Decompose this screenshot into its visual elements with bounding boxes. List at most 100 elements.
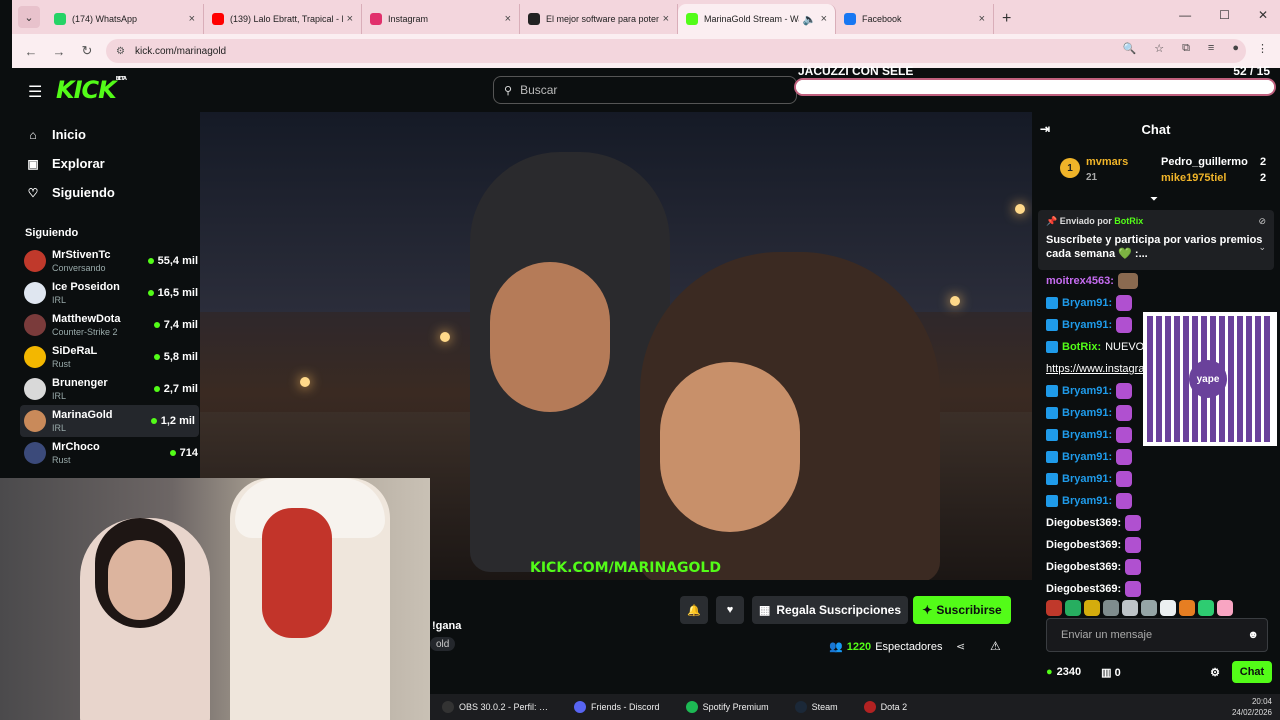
chat-username[interactable]: Diegobest369: (1046, 583, 1121, 595)
window-controls: — ☐ ✕ (1179, 8, 1268, 22)
emote-icon[interactable] (1198, 600, 1214, 616)
subscribe-button[interactable]: ✦ Suscribirse (913, 596, 1011, 624)
hamburger-icon[interactable]: ☰ (28, 82, 42, 102)
speaker-icon[interactable]: 🔈 (803, 13, 817, 26)
minimize-icon[interactable]: — (1179, 8, 1191, 22)
new-tab-button[interactable]: + (1002, 4, 1011, 34)
emoji-icon[interactable]: ☻ (1247, 629, 1259, 641)
channel-name: MatthewDota (52, 313, 121, 325)
chat-username[interactable]: Bryam91: (1062, 407, 1112, 419)
following-heading: Siguiendo (25, 227, 79, 239)
sidebar-channel[interactable]: MrChoco Rust 714 (12, 437, 202, 469)
extensions-icon[interactable]: ⧉ (1182, 42, 1190, 55)
emote-icon[interactable] (1122, 600, 1138, 616)
chat-send-button[interactable]: Chat (1232, 661, 1272, 683)
reload-icon[interactable]: ↻ (78, 43, 96, 59)
gifter-name[interactable]: Pedro_guillermo (1161, 156, 1248, 168)
chat-username[interactable]: BotRix: (1062, 341, 1101, 353)
close-icon[interactable]: × (189, 13, 195, 25)
menu-icon[interactable]: ⋮ (1257, 42, 1268, 55)
emote-icon[interactable] (1046, 600, 1062, 616)
media-icon[interactable]: ≡ (1208, 42, 1214, 55)
kick-logo[interactable]: KICKBETA (56, 76, 127, 104)
emote-icon[interactable] (1217, 600, 1233, 616)
profile-icon[interactable]: ● (1232, 42, 1239, 55)
chat-username[interactable]: https://www.instagra (1046, 363, 1144, 375)
chevron-down-icon[interactable]: ⌄ (1258, 242, 1266, 253)
person-face (660, 362, 800, 532)
sidebar-channel[interactable]: Brunenger IRL 2,7 mil (12, 373, 202, 405)
sidebar-channel[interactable]: SiDeRaL Rust 5,8 mil (12, 341, 202, 373)
emote-icon[interactable] (1141, 600, 1157, 616)
channel-points[interactable]: ● 2340 (1046, 666, 1081, 678)
gift-subs-button[interactable]: ▦ Regala Suscripciones (752, 596, 908, 624)
tab-kick[interactable]: MarinaGold Stream - Watch…🔈× (678, 4, 836, 34)
search-input[interactable]: ⚲ Buscar (493, 76, 797, 104)
chat-input[interactable]: Enviar un mensaje ☻ (1046, 618, 1268, 652)
chat-username[interactable]: Diegobest369: (1046, 539, 1121, 551)
chat-username[interactable]: Diegobest369: (1046, 517, 1121, 529)
sidebar-channel[interactable]: Ice Poseidon IRL 16,5 mil (12, 277, 202, 309)
nav-explore[interactable]: ▣ Explorar (12, 149, 202, 178)
app-icon (794, 701, 807, 713)
stream-category-tag[interactable]: old (430, 637, 456, 651)
tab-instagram[interactable]: Instagram × (362, 4, 520, 34)
tab-facebook[interactable]: Facebook × (836, 4, 994, 34)
emote-icon[interactable] (1179, 600, 1195, 616)
notifications-button[interactable]: 🔔 (680, 596, 708, 624)
chat-username[interactable]: Diegobest369: (1046, 561, 1121, 573)
chat-username[interactable]: Bryam91: (1062, 297, 1112, 309)
chat-username[interactable]: Bryam91: (1062, 473, 1112, 485)
settings-icon[interactable]: ⚙ (1210, 666, 1220, 679)
close-icon[interactable]: × (979, 13, 985, 25)
emote-icon[interactable] (1103, 600, 1119, 616)
maximize-icon[interactable]: ☐ (1219, 8, 1230, 22)
report-icon[interactable]: ⚠ (990, 639, 1001, 653)
emote-icon[interactable] (1084, 600, 1100, 616)
top-gifter-name[interactable]: mvmars (1086, 156, 1128, 168)
gifter-name[interactable]: mike1975tiel (1161, 172, 1226, 184)
taskbar-item[interactable]: OBS 30.0.2 - Perfil: … (442, 701, 548, 713)
sidebar-channel[interactable]: MrStivenTc Conversando 55,4 mil (12, 245, 202, 277)
chat-username[interactable]: moitrex4563: (1046, 275, 1114, 287)
tab-software[interactable]: El mejor software para potenci…× (520, 4, 678, 34)
follow-button[interactable]: ♥ (716, 596, 744, 624)
expand-icon[interactable]: ⏷ (1150, 194, 1158, 205)
tab-search-icon[interactable]: ⌄ (18, 6, 40, 28)
chat-username[interactable]: Bryam91: (1062, 495, 1112, 507)
collapse-chat-icon[interactable]: ⇥ (1040, 122, 1050, 136)
sidebar-channel[interactable]: MarinaGold IRL 1,2 mil (20, 405, 199, 437)
chat-username[interactable]: Bryam91: (1062, 451, 1112, 463)
hide-icon[interactable]: ⊘ (1258, 216, 1266, 227)
sidebar-channel[interactable]: MatthewDota Counter-Strike 2 7,4 mil (12, 309, 202, 341)
close-icon[interactable]: × (347, 13, 353, 25)
chat-username[interactable]: Bryam91: (1062, 319, 1112, 331)
forward-icon[interactable]: → (50, 44, 68, 59)
bookmark-star-icon[interactable]: ☆ (1154, 42, 1164, 55)
tab-whatsapp[interactable]: (174) WhatsApp × (46, 4, 204, 34)
nav-home[interactable]: ⌂ Inicio (12, 120, 202, 149)
close-window-icon[interactable]: ✕ (1258, 8, 1268, 22)
share-icon[interactable]: ⋖ (956, 640, 965, 653)
os-taskbar: OBS 30.0.2 - Perfil: … Friends - Discord S… (430, 694, 1280, 720)
taskbar-item[interactable]: Dota 2 (863, 701, 907, 713)
taskbar-item[interactable]: Steam (794, 701, 838, 713)
back-icon[interactable]: ← (22, 44, 40, 59)
emote-icon[interactable] (1065, 600, 1081, 616)
chat-username[interactable]: Bryam91: (1062, 429, 1112, 441)
nav-following[interactable]: ♡ Siguiendo (12, 178, 202, 207)
taskbar-item[interactable]: Spotify Premium (685, 701, 769, 713)
emote-icon[interactable] (1160, 600, 1176, 616)
tab-youtube[interactable]: (139) Lalo Ebratt, Trapical - Mo…× (204, 4, 362, 34)
close-icon[interactable]: × (505, 13, 511, 25)
zoom-icon[interactable]: 🔍 (1122, 42, 1136, 55)
close-icon[interactable]: × (663, 13, 669, 25)
app-icon (685, 701, 698, 713)
gift-count[interactable]: ▥ 0 (1101, 666, 1121, 679)
site-info-icon[interactable]: ⚙ (116, 46, 125, 57)
url-field[interactable]: ⚙ kick.com/marinagold (106, 39, 1246, 63)
chat-username[interactable]: Bryam91: (1062, 385, 1112, 397)
taskbar-item[interactable]: Friends - Discord (574, 701, 660, 713)
channel-viewers: 55,4 mil (147, 255, 198, 267)
close-icon[interactable]: × (821, 13, 827, 25)
